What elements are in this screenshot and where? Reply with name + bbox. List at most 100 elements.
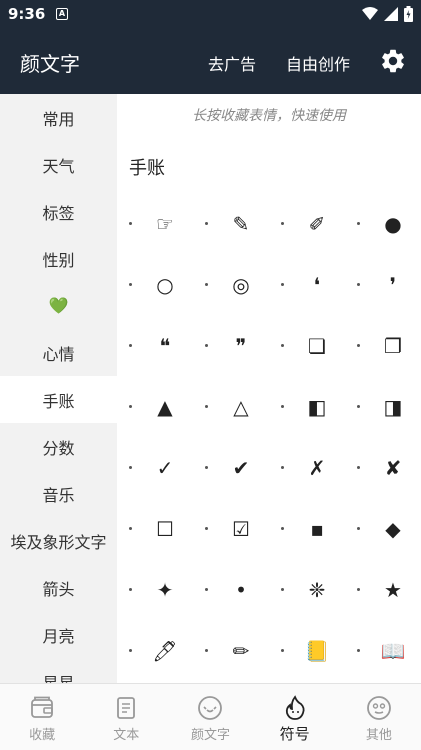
sidebar-item-fractions[interactable]: 分数: [0, 423, 117, 470]
symbol-row: ☐ ☑ ▪ ◆: [117, 499, 421, 560]
bullet-dot: [357, 344, 360, 347]
bullet-dot: [357, 283, 360, 286]
bullet-dot: [205, 283, 208, 286]
symbol-cell[interactable]: ▲: [117, 377, 193, 438]
wifi-icon: [362, 7, 378, 20]
bottom-nav: 收藏 文本 颜文字 符号 其他: [0, 683, 421, 750]
symbol: ◎: [232, 273, 250, 297]
sidebar-item-arrows[interactable]: 箭头: [0, 564, 117, 611]
symbol-cell[interactable]: 📖: [345, 621, 421, 682]
bullet-dot: [205, 588, 208, 591]
symbol-cell[interactable]: ❐: [345, 316, 421, 377]
symbol-row: ✓ ✔ ✗ ✘: [117, 438, 421, 499]
sidebar-item-mood[interactable]: 心情: [0, 329, 117, 376]
symbol-cell[interactable]: ☐: [117, 499, 193, 560]
bullet-dot: [129, 588, 132, 591]
symbol: ◧: [307, 395, 327, 419]
nav-other[interactable]: 其他: [337, 684, 421, 750]
bullet-dot: [205, 405, 208, 408]
symbol-cell[interactable]: ◨: [345, 377, 421, 438]
symbol-cell[interactable]: △: [193, 377, 269, 438]
symbol-cell[interactable]: ✘: [345, 438, 421, 499]
sidebar-item-weather[interactable]: 天气: [0, 141, 117, 188]
usage-hint: 长按收藏表情，快速使用: [192, 108, 346, 124]
symbol-cell[interactable]: ❝: [117, 316, 193, 377]
symbol: ▲: [157, 395, 173, 419]
symbol-row: ❝ ❞ ❏ ❐: [117, 316, 421, 377]
symbol-cell[interactable]: 🖊: [117, 621, 193, 682]
bullet-dot: [281, 283, 284, 286]
symbol: ❝: [159, 334, 171, 358]
symbol-cell[interactable]: ●: [345, 194, 421, 255]
symbol-cell[interactable]: ✏: [193, 621, 269, 682]
symbol-cell[interactable]: ❏: [269, 316, 345, 377]
nav-symbols[interactable]: 符号: [253, 684, 337, 750]
bullet-dot: [281, 466, 284, 469]
sidebar-item-tags[interactable]: 标签: [0, 188, 117, 235]
sidebar-item-stars[interactable]: 星星: [0, 658, 117, 684]
section-title: 手账: [129, 158, 165, 179]
symbol-cell[interactable]: ✐: [269, 194, 345, 255]
symbol-cell[interactable]: 📒: [269, 621, 345, 682]
symbol-cell[interactable]: ◎: [193, 255, 269, 316]
sidebar-item-gender[interactable]: 性别: [0, 235, 117, 282]
sidebar-item-heart[interactable]: 💚: [0, 282, 117, 329]
symbol-cell[interactable]: ☑: [193, 499, 269, 560]
symbol-cell[interactable]: ❛: [269, 255, 345, 316]
symbol-cell[interactable]: ★: [345, 560, 421, 621]
sidebar-item-music[interactable]: 音乐: [0, 470, 117, 517]
bullet-dot: [129, 466, 132, 469]
nav-label: 其他: [365, 728, 392, 743]
symbol-cell[interactable]: ❈: [269, 560, 345, 621]
sidebar-item-moon[interactable]: 月亮: [0, 611, 117, 658]
nav-kaomoji[interactable]: 颜文字: [168, 684, 252, 750]
category-sidebar: 常用 天气 标签 性别 💚 心情 手账 分数 音乐 埃及象形文字 箭头 月亮 星…: [0, 94, 117, 683]
sidebar-item-hieroglyphs[interactable]: 埃及象形文字: [0, 517, 117, 564]
bullet-dot: [357, 466, 360, 469]
symbol: ✦: [156, 578, 174, 602]
symbol: ✓: [156, 456, 174, 480]
symbol: ❛: [313, 273, 321, 297]
symbol: ◆: [385, 517, 401, 541]
notification-icon: A: [56, 8, 68, 20]
symbol-row: ✦ • ❈ ★: [117, 560, 421, 621]
symbol-cell[interactable]: ◧: [269, 377, 345, 438]
symbol-grid: ☞ ✎ ✐ ● ○ ◎ ❛ ❜ ❝ ❞ ❏ ❐ ▲ △ ◧ ◨ ✓ ✔ ✗ ✘: [117, 194, 421, 682]
remove-ads-button[interactable]: 去广告: [208, 51, 256, 75]
signal-icon: [384, 7, 398, 21]
bullet-dot: [129, 344, 132, 347]
symbol-cell[interactable]: ✎: [193, 194, 269, 255]
nav-text[interactable]: 文本: [84, 684, 168, 750]
symbol: ❞: [235, 334, 247, 358]
symbol-cell[interactable]: ✦: [117, 560, 193, 621]
symbol: 📒: [304, 639, 330, 663]
symbol-cell[interactable]: ○: [117, 255, 193, 316]
symbol: ▪: [310, 517, 324, 541]
symbol-cell[interactable]: ✔: [193, 438, 269, 499]
symbol-cell[interactable]: ✗: [269, 438, 345, 499]
bullet-dot: [129, 527, 132, 530]
bullet-dot: [281, 344, 284, 347]
symbol-cell[interactable]: ▪: [269, 499, 345, 560]
status-icons: [362, 6, 413, 22]
symbol-panel: 长按收藏表情，快速使用 手账 ☞ ✎ ✐ ● ○ ◎ ❛ ❜ ❝ ❞ ❏ ❐ ▲…: [117, 94, 421, 683]
symbol: ✘: [384, 456, 402, 480]
symbol-cell[interactable]: ✓: [117, 438, 193, 499]
symbol: ●: [384, 212, 402, 236]
symbol-cell[interactable]: ◆: [345, 499, 421, 560]
nav-label: 颜文字: [190, 728, 230, 743]
bullet-dot: [281, 649, 284, 652]
bullet-dot: [129, 283, 132, 286]
symbol: ✗: [308, 456, 326, 480]
sidebar-item-journal[interactable]: 手账: [0, 376, 117, 423]
sidebar-item-common[interactable]: 常用: [0, 94, 117, 141]
symbol-cell[interactable]: ❜: [345, 255, 421, 316]
symbol-cell[interactable]: •: [193, 560, 269, 621]
symbol-cell[interactable]: ❞: [193, 316, 269, 377]
free-create-button[interactable]: 自由创作: [286, 51, 350, 75]
symbol: ✎: [232, 212, 250, 236]
symbol-cell[interactable]: ☞: [117, 194, 193, 255]
bullet-dot: [357, 527, 360, 530]
nav-favorites[interactable]: 收藏: [0, 684, 84, 750]
gear-icon[interactable]: [379, 47, 407, 75]
